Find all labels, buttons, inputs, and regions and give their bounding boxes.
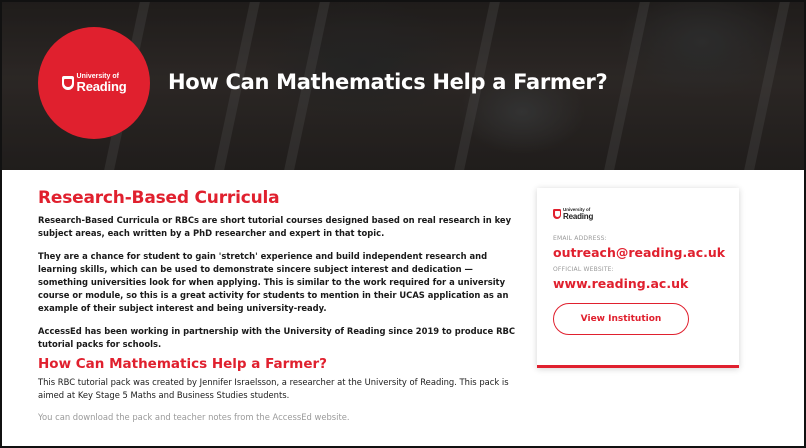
section-heading: Research-Based Curricula [38,188,280,208]
intro-paragraph: Research-Based Curricula or RBCs are sho… [38,215,512,238]
pack-paragraph: This RBC tutorial pack was created by Je… [38,377,509,400]
university-badge[interactable]: University of Reading [38,27,150,139]
view-institution-button[interactable]: View Institution [553,302,689,335]
hero-banner: University of Reading How Can Mathematic… [2,2,804,170]
logo-big-text: Reading [76,79,127,94]
email-link[interactable]: outreach@reading.ac.uk [553,245,725,260]
website-link[interactable]: www.reading.ac.uk [553,276,723,291]
page-frame: University of Reading How Can Mathematic… [0,0,806,448]
website-label: Official Website: [553,265,614,273]
pack-heading: How Can Mathematics Help a Farmer? [38,356,327,372]
institution-card: University of Reading Email Address: out… [537,188,739,368]
stretch-paragraph: They are a chance for student to gain 's… [38,251,509,313]
page-title: How Can Mathematics Help a Farmer? [168,70,608,94]
crest-icon [61,76,74,90]
crest-icon [553,209,561,220]
partnership-paragraph: AccessEd has been working in partnership… [38,326,516,349]
card-university-logo: University of Reading [553,207,723,221]
main-content: Research-Based Curricula Research-Based … [38,188,520,434]
card-logo-big-text: Reading [563,211,594,221]
university-logo: University of Reading [61,73,127,94]
download-paragraph: You can download the pack and teacher no… [38,412,350,422]
email-label: Email Address: [553,234,607,242]
